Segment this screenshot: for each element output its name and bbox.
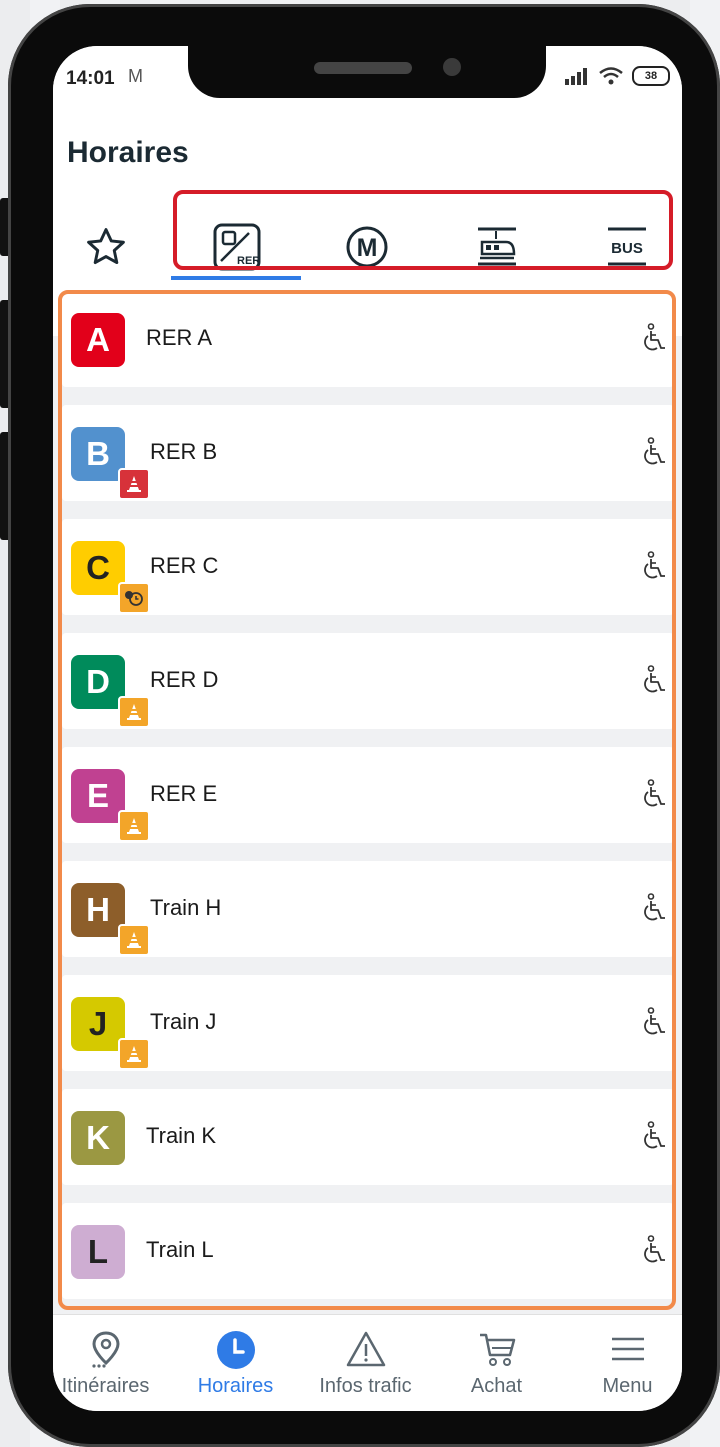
line-badge: C bbox=[71, 541, 125, 595]
line-label: RER B bbox=[150, 439, 218, 464]
tab-favorites[interactable] bbox=[73, 212, 138, 282]
nav-infos-trafic[interactable]: Infos trafic bbox=[303, 1323, 428, 1408]
front-camera bbox=[443, 58, 461, 76]
warning-icon bbox=[346, 1331, 385, 1367]
nav-itineraires[interactable]: Itinéraires bbox=[53, 1323, 168, 1408]
line-label: Train J bbox=[150, 1009, 217, 1034]
line-label: Train K bbox=[146, 1123, 217, 1148]
works-alert-icon bbox=[118, 696, 150, 728]
line-label: RER E bbox=[150, 781, 218, 806]
accessibility-icon bbox=[642, 437, 668, 472]
line-row-a[interactable]: A RER A bbox=[62, 291, 674, 387]
location-pin-icon bbox=[91, 1331, 120, 1368]
line-row-k[interactable]: K Train K bbox=[62, 1089, 674, 1185]
line-row-d[interactable]: D RER D bbox=[62, 633, 674, 729]
line-row-j[interactable]: J Train J bbox=[62, 975, 674, 1071]
hamburger-icon bbox=[611, 1337, 644, 1361]
active-tab-indicator bbox=[171, 276, 301, 280]
wifi-icon bbox=[599, 67, 623, 85]
works-alert-icon bbox=[118, 1038, 150, 1070]
nav-label: Horaires bbox=[197, 1375, 274, 1397]
nav-menu[interactable]: Menu bbox=[565, 1323, 682, 1408]
highlight-box-tabs bbox=[173, 190, 673, 270]
line-row-h[interactable]: H Train H bbox=[62, 861, 674, 957]
nav-label: Achat bbox=[470, 1375, 523, 1397]
accessibility-icon bbox=[642, 1007, 668, 1042]
accessibility-icon bbox=[642, 665, 668, 700]
cart-icon bbox=[479, 1333, 515, 1366]
line-badge: L bbox=[71, 1225, 125, 1279]
line-badge: J bbox=[71, 997, 125, 1051]
line-label: Train L bbox=[146, 1237, 214, 1262]
accessibility-icon bbox=[642, 893, 668, 928]
accessibility-icon bbox=[642, 1121, 668, 1156]
accessibility-icon bbox=[642, 1235, 668, 1270]
line-badge: H bbox=[71, 883, 125, 937]
works-alert-icon bbox=[118, 468, 150, 500]
phone-notch bbox=[188, 40, 546, 98]
line-row-e[interactable]: E RER E bbox=[62, 747, 674, 843]
clock-icon bbox=[216, 1331, 255, 1369]
line-label: Train H bbox=[150, 895, 222, 920]
lines-list: A RER A B RER B C RER C D RER D E RER E H Train HJT… bbox=[62, 291, 674, 1317]
battery-indicator: 38 bbox=[632, 66, 670, 86]
accessibility-icon bbox=[642, 779, 668, 814]
line-row-l[interactable]: L Train L bbox=[62, 1203, 674, 1299]
nav-achat[interactable]: Achat bbox=[434, 1323, 559, 1408]
accessibility-icon bbox=[642, 551, 668, 586]
status-time: 14:01 bbox=[66, 68, 115, 89]
page-title: Horaires bbox=[67, 136, 189, 169]
mail-icon: M bbox=[128, 66, 143, 86]
works-alert-icon bbox=[118, 924, 150, 956]
star-icon bbox=[86, 228, 125, 265]
line-label: RER D bbox=[150, 667, 219, 692]
bottom-navigation: Itinéraires Horaires Infos trafic Achat … bbox=[53, 1314, 682, 1411]
accessibility-icon bbox=[642, 323, 668, 358]
line-label: RER A bbox=[146, 325, 213, 350]
nav-horaires[interactable]: Horaires bbox=[173, 1323, 298, 1408]
line-badge: D bbox=[71, 655, 125, 709]
nav-label: Menu bbox=[602, 1375, 653, 1397]
line-label: RER C bbox=[150, 553, 219, 578]
schedule-change-icon bbox=[118, 582, 150, 614]
nav-label: Itinéraires bbox=[61, 1375, 150, 1397]
screen: 14:01 M 38 Horaires RER M BUS A RER A B … bbox=[53, 46, 682, 1411]
line-badge: K bbox=[71, 1111, 125, 1165]
line-badge: B bbox=[71, 427, 125, 481]
line-badge: A bbox=[71, 313, 125, 367]
line-badge: E bbox=[71, 769, 125, 823]
speaker bbox=[314, 62, 412, 74]
signal-icon bbox=[565, 68, 587, 85]
works-alert-icon bbox=[118, 810, 150, 842]
line-row-b[interactable]: B RER B bbox=[62, 405, 674, 501]
line-row-c[interactable]: C RER C bbox=[62, 519, 674, 615]
nav-label: Infos trafic bbox=[319, 1375, 412, 1397]
